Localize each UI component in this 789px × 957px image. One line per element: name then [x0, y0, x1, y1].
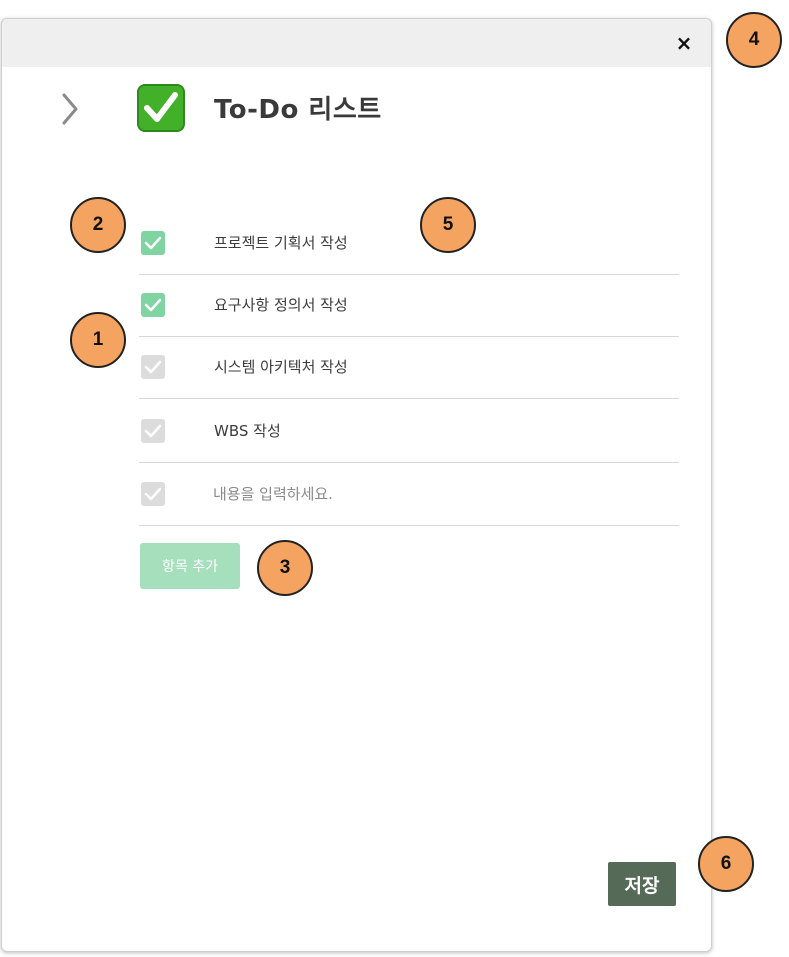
todo-label: 요구사항 정의서 작성: [214, 296, 348, 314]
check-box-icon: [136, 83, 186, 133]
callout-marker: 2: [70, 197, 126, 253]
todo-checkbox[interactable]: [141, 419, 165, 443]
checkmark-icon: [144, 487, 162, 501]
close-button[interactable]: ×: [673, 32, 695, 54]
callout-marker: 3: [257, 540, 313, 596]
todo-label: 시스템 아키텍처 작성: [214, 358, 348, 376]
callout-marker: 5: [420, 197, 476, 253]
dialog-title: To-Do 리스트: [214, 95, 382, 125]
todo-checkbox[interactable]: [141, 231, 165, 255]
chevron-right-icon[interactable]: [58, 91, 82, 127]
new-todo-input[interactable]: [211, 477, 655, 511]
close-icon: ×: [675, 31, 693, 55]
callout-marker: 6: [698, 836, 754, 892]
new-todo-checkbox[interactable]: [141, 482, 165, 506]
todo-item: WBS 작성: [139, 400, 679, 463]
checkmark-icon: [144, 236, 162, 250]
dialog-topbar: ×: [2, 19, 711, 67]
checkmark-icon: [144, 424, 162, 438]
todo-item: 시스템 아키텍처 작성: [139, 336, 679, 399]
todo-checkbox[interactable]: [141, 293, 165, 317]
save-button[interactable]: 저장: [608, 862, 676, 906]
todo-dialog: × To-Do 리스트 프로젝트 기획서 작성 요구사항 정의서 작성 시스템 …: [1, 18, 712, 952]
callout-marker: 1: [70, 312, 126, 368]
add-item-button[interactable]: 항목 추가: [140, 543, 240, 589]
todo-label: WBS 작성: [214, 422, 281, 440]
checkmark-icon: [144, 360, 162, 374]
todo-item: 요구사항 정의서 작성: [139, 274, 679, 337]
todo-checkbox[interactable]: [141, 355, 165, 379]
new-todo-row: [139, 463, 679, 526]
todo-label: 프로젝트 기획서 작성: [214, 234, 348, 252]
checkmark-icon: [144, 298, 162, 312]
callout-marker: 4: [726, 12, 782, 68]
todo-item: 프로젝트 기획서 작성: [139, 212, 679, 275]
